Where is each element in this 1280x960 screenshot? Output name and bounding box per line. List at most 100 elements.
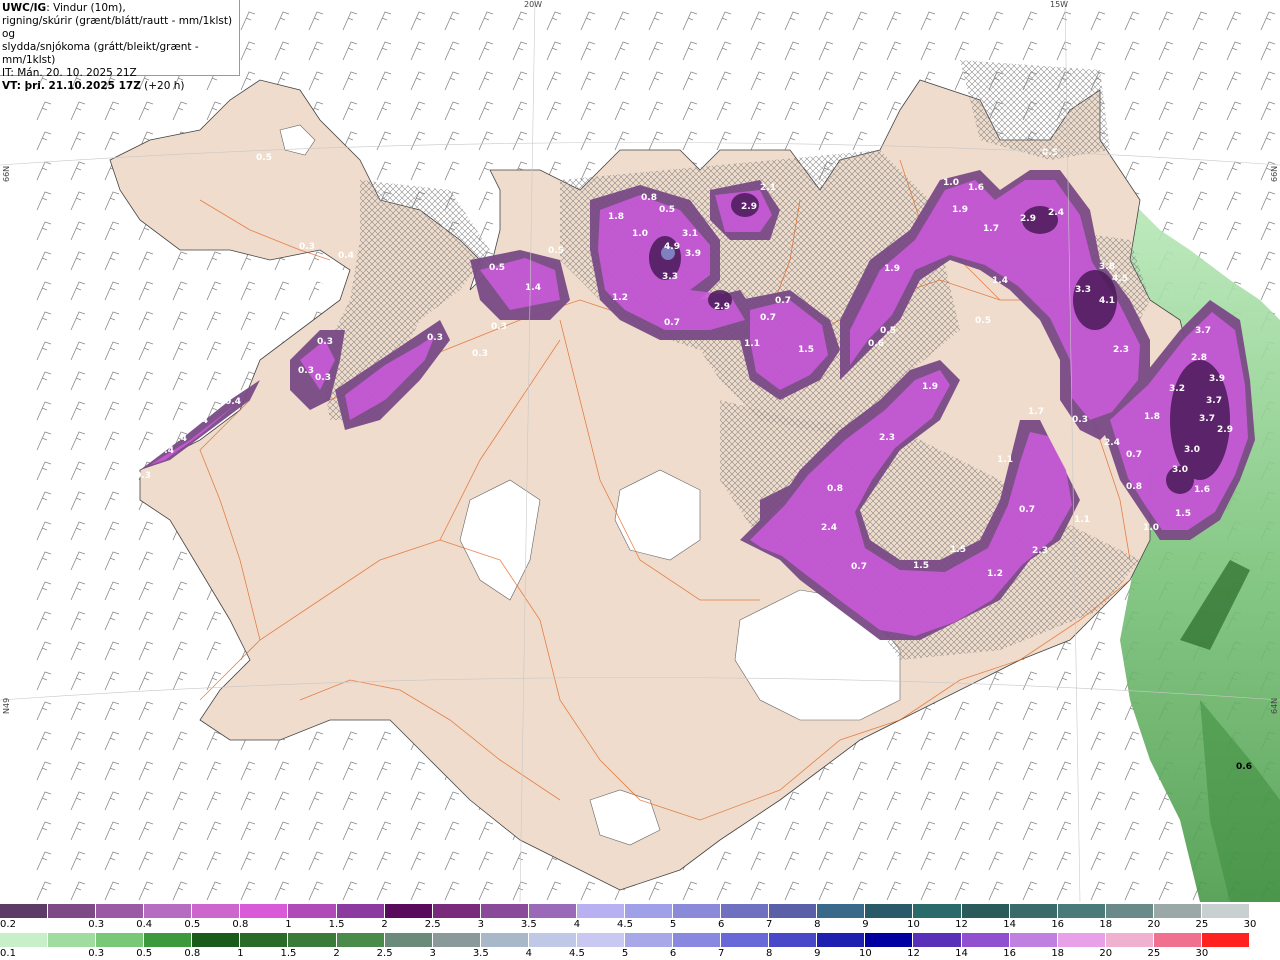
model-name: UWC/IG [2, 2, 47, 14]
precip-value-label: 1.2 [612, 293, 628, 303]
legend-label: 4.5 [617, 919, 633, 930]
wind-barb [716, 101, 732, 121]
wind-barb [1158, 101, 1174, 121]
wind-barb [682, 101, 698, 121]
wind-barb [920, 881, 936, 901]
wind-barb [308, 41, 324, 61]
legend-label: 0.8 [184, 948, 201, 959]
wind-barb [376, 161, 392, 181]
legend-label: 14 [1003, 919, 1016, 930]
wind-barb [70, 281, 86, 301]
wind-barb [1022, 851, 1038, 871]
precip-value-label: 0.8 [1126, 482, 1142, 492]
wind-barb [36, 761, 52, 781]
wind-barb [682, 11, 698, 31]
wind-barb [818, 821, 834, 841]
wind-barb [614, 11, 630, 31]
wind-barb [444, 101, 460, 121]
precip-value-label: 4.5 [1112, 274, 1128, 284]
wind-barb [70, 461, 86, 481]
precip-value-label: 2.3 [1113, 345, 1129, 355]
wind-barb [376, 791, 392, 811]
legend-label: 9 [862, 919, 869, 930]
wind-barb [70, 161, 86, 181]
legend-swatch [1201, 933, 1251, 947]
legend-label: 18 [1099, 919, 1113, 930]
wind-barb [546, 71, 562, 91]
wind-barb [342, 41, 358, 61]
legend-swatch [240, 933, 289, 947]
precip-value-label: 0.8 [827, 484, 843, 494]
wind-barb [138, 551, 154, 571]
wind-barb [240, 821, 256, 841]
wind-barb [240, 41, 256, 61]
wind-barb [172, 401, 188, 421]
wind-barb [580, 101, 596, 121]
wind-barb [138, 671, 154, 691]
wind-barb [138, 311, 154, 331]
precip-value-label: 1.9 [884, 264, 900, 274]
legend-label: 0.2 [0, 919, 16, 930]
wind-barb [376, 821, 392, 841]
wind-barb [104, 191, 120, 211]
legend-swatch [240, 904, 289, 918]
wind-barb [1158, 191, 1174, 211]
wind-barb [1192, 131, 1208, 151]
precip-value-label: 1.6 [1194, 485, 1210, 495]
wind-barb [852, 851, 868, 871]
precip-value-label: 0.5 [975, 316, 991, 326]
wind-barb [1090, 851, 1106, 871]
wind-barb [104, 791, 120, 811]
wind-barb [750, 131, 766, 151]
legend-swatch [432, 904, 481, 918]
wind-barb [410, 881, 426, 901]
wind-barb [886, 41, 902, 61]
precip-value-label: 2.9 [1217, 425, 1233, 435]
wind-barb [1124, 131, 1140, 151]
legend-label: 5 [669, 919, 677, 930]
wind-barb [1260, 251, 1276, 271]
wind-barb [1124, 791, 1140, 811]
wind-barb [852, 41, 868, 61]
wind-barb [138, 251, 154, 271]
wind-barb [206, 851, 222, 871]
wind-barb [36, 221, 52, 241]
legend-label: 7 [717, 948, 725, 959]
wind-barb [954, 791, 970, 811]
precip-value-label: 2.9 [741, 202, 757, 212]
wind-barb [308, 731, 324, 751]
wind-barb [478, 11, 494, 31]
wind-barb [1124, 761, 1140, 781]
wind-barb [1192, 191, 1208, 211]
wind-barb [852, 131, 868, 151]
wind-barb [1056, 731, 1072, 751]
wind-barb [614, 101, 630, 121]
legend-swatch [1105, 904, 1154, 918]
wind-barb [240, 791, 256, 811]
wind-barb [70, 611, 86, 631]
wind-barb [70, 551, 86, 571]
wind-barb [1226, 131, 1242, 151]
wind-barb [206, 881, 222, 901]
wind-barb [104, 551, 120, 571]
precip-value-label: 1.0 [632, 229, 648, 239]
wind-barb [240, 341, 256, 361]
wind-barb [342, 791, 358, 811]
wind-barb [36, 791, 52, 811]
wind-barb [36, 551, 52, 571]
wind-barb [954, 881, 970, 901]
wind-barb [138, 641, 154, 661]
wind-barb [682, 41, 698, 61]
wind-barb [886, 11, 902, 31]
precip-value-label: 1.8 [608, 212, 624, 222]
precip-value-label: 0.3 [427, 333, 443, 343]
wind-barb [206, 761, 222, 781]
wind-barb [138, 791, 154, 811]
wind-barb [342, 851, 358, 871]
wind-barb [70, 401, 86, 421]
precip-value-label: 3.7 [1195, 326, 1211, 336]
wind-barb [580, 11, 596, 31]
wind-barb [70, 821, 86, 841]
wind-barb [1158, 881, 1174, 901]
wind-barb [36, 611, 52, 631]
